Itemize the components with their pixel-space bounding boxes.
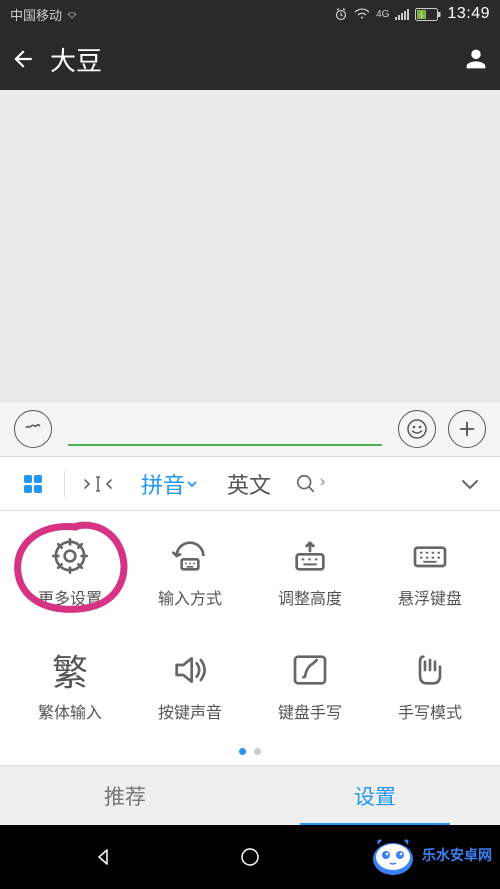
setting-more-settings[interactable]: 更多设置 bbox=[14, 535, 126, 629]
wifi-weak-icon bbox=[66, 9, 78, 19]
setting-label: 调整高度 bbox=[278, 585, 342, 609]
fan-char-icon: 繁 bbox=[49, 649, 91, 691]
dot-active bbox=[239, 748, 246, 755]
chat-input-bar bbox=[0, 401, 500, 457]
setting-handwrite-mode[interactable]: 手写模式 bbox=[374, 649, 486, 743]
text-input[interactable] bbox=[68, 444, 382, 446]
profile-button[interactable] bbox=[450, 45, 490, 73]
gear-icon bbox=[49, 535, 91, 577]
ime-settings-panel: 更多设置 输入方式 调整高度 悬浮键盘 繁 繁体输入 按键声音 bbox=[0, 511, 500, 765]
english-label: 英文 bbox=[227, 468, 271, 500]
status-left: 中国移动 bbox=[10, 5, 78, 24]
status-right: 4G 13:49 bbox=[334, 5, 490, 23]
setting-label: 繁体输入 bbox=[38, 699, 102, 723]
setting-label: 手写模式 bbox=[398, 699, 462, 723]
ime-english-button[interactable]: 英文 bbox=[213, 468, 285, 500]
ime-search-button[interactable] bbox=[285, 473, 335, 495]
nav-back-button[interactable] bbox=[78, 841, 128, 873]
network-label: 4G bbox=[376, 9, 389, 20]
watermark: 乐水安卓网 bbox=[368, 833, 492, 877]
sound-icon bbox=[169, 649, 211, 691]
setting-label: 悬浮键盘 bbox=[398, 585, 462, 609]
setting-floating-keyboard[interactable]: 悬浮键盘 bbox=[374, 535, 486, 629]
input-mode-icon bbox=[169, 535, 211, 577]
setting-traditional-input[interactable]: 繁 繁体输入 bbox=[14, 649, 126, 743]
tab-settings[interactable]: 设置 bbox=[250, 766, 500, 825]
dot bbox=[254, 748, 261, 755]
ime-bottom-tabs: 推荐 设置 bbox=[0, 765, 500, 825]
ime-cursor-button[interactable] bbox=[71, 473, 125, 495]
setting-label: 按键声音 bbox=[158, 699, 222, 723]
emoji-button[interactable] bbox=[398, 410, 436, 448]
setting-key-sound[interactable]: 按键声音 bbox=[134, 649, 246, 743]
pinyin-label: 拼音 bbox=[141, 468, 185, 500]
watermark-icon bbox=[368, 833, 418, 877]
setting-adjust-height[interactable]: 调整高度 bbox=[254, 535, 366, 629]
tab-label: 推荐 bbox=[104, 781, 146, 811]
setting-label: 更多设置 bbox=[38, 585, 102, 609]
divider bbox=[64, 471, 65, 497]
ime-grid-button[interactable] bbox=[8, 472, 58, 496]
watermark-text: 乐水安卓网 bbox=[422, 845, 492, 865]
height-icon bbox=[289, 535, 331, 577]
voice-button[interactable] bbox=[14, 410, 52, 448]
add-button[interactable] bbox=[448, 410, 486, 448]
pager-dots bbox=[0, 748, 500, 755]
chat-title: 大豆 bbox=[50, 41, 450, 78]
setting-label: 键盘手写 bbox=[278, 699, 342, 723]
setting-label: 输入方式 bbox=[158, 585, 222, 609]
chevron-right-icon bbox=[319, 477, 326, 490]
ime-collapse-button[interactable] bbox=[448, 477, 492, 491]
back-button[interactable] bbox=[10, 46, 50, 72]
chat-messages-area[interactable] bbox=[0, 90, 500, 401]
chevron-down-icon bbox=[187, 477, 197, 491]
setting-keyboard-handwrite[interactable]: 键盘手写 bbox=[254, 649, 366, 743]
tab-recommend[interactable]: 推荐 bbox=[0, 766, 250, 825]
wifi-icon bbox=[354, 8, 370, 20]
handwrite-icon bbox=[409, 649, 451, 691]
floating-kb-icon bbox=[409, 535, 451, 577]
clock-label: 13:49 bbox=[447, 5, 490, 23]
kb-handwrite-icon bbox=[289, 649, 331, 691]
setting-input-method[interactable]: 输入方式 bbox=[134, 535, 246, 629]
nav-home-button[interactable] bbox=[225, 841, 275, 873]
carrier-label: 中国移动 bbox=[10, 5, 62, 24]
signal-icon bbox=[395, 8, 409, 20]
battery-icon bbox=[415, 8, 441, 21]
status-bar: 中国移动 4G 13:49 bbox=[0, 0, 500, 28]
ime-toolbar: 拼音 英文 bbox=[0, 457, 500, 511]
alarm-icon bbox=[334, 7, 348, 21]
chat-header: 大豆 bbox=[0, 28, 500, 90]
tab-label: 设置 bbox=[354, 781, 396, 811]
ime-pinyin-button[interactable]: 拼音 bbox=[125, 468, 213, 500]
